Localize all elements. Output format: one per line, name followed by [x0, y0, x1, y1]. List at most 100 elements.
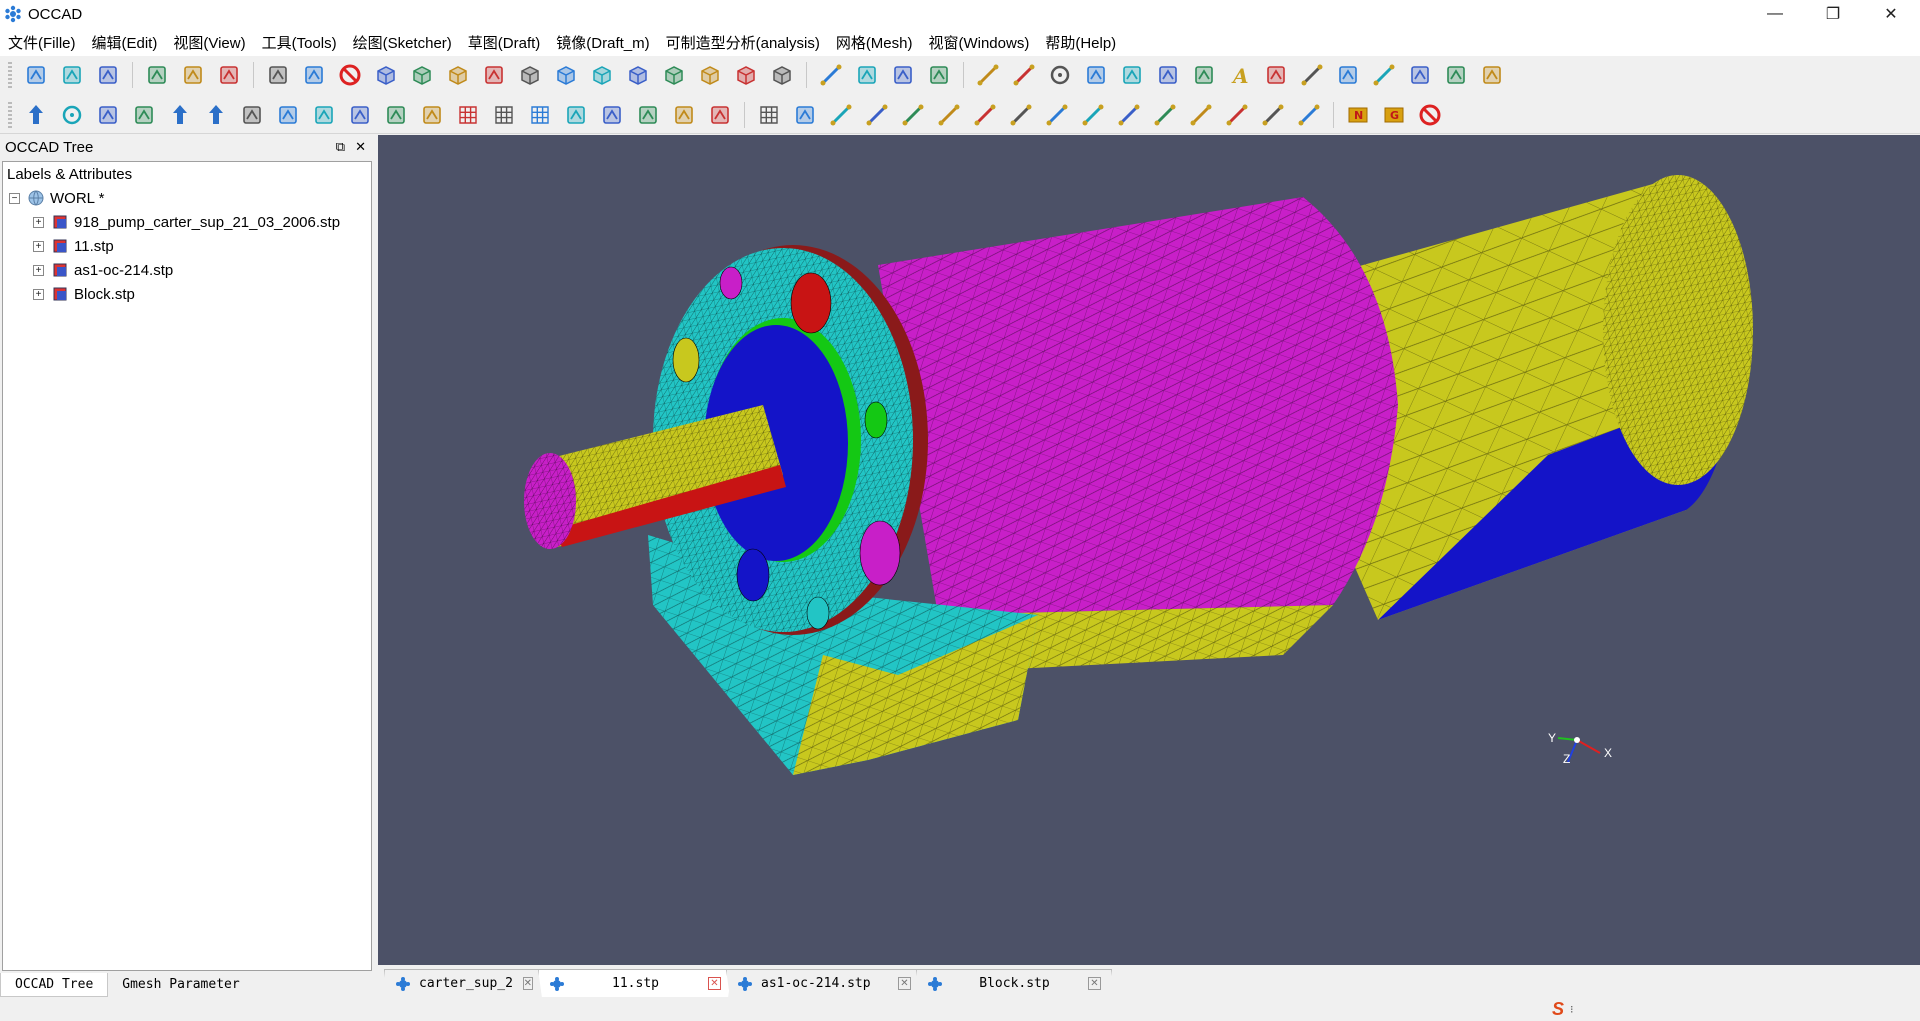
snap-special-icon[interactable] — [1078, 100, 1108, 130]
3d-viewport[interactable]: X Z Y — [378, 135, 1920, 965]
menu-draft[interactable]: 草图(Draft) — [468, 32, 541, 53]
isometric-view-icon[interactable] — [443, 60, 473, 90]
array-icon[interactable] — [453, 100, 483, 130]
face-icon[interactable] — [1405, 60, 1435, 90]
menu-windows[interactable]: 视窗(Windows) — [928, 32, 1029, 53]
collapse-icon[interactable]: − — [9, 192, 20, 204]
join-icon[interactable] — [345, 100, 375, 130]
menu-analysis[interactable]: 可制造型分析(analysis) — [666, 32, 820, 53]
snap-dimensions-icon[interactable] — [1258, 100, 1288, 130]
circle-icon[interactable] — [1045, 60, 1075, 90]
close-tab-icon[interactable]: ✕ — [708, 977, 721, 990]
polyline-icon[interactable] — [1009, 60, 1039, 90]
move-icon[interactable] — [21, 100, 51, 130]
shaded-cube-icon[interactable] — [371, 60, 401, 90]
close-tab-icon[interactable]: ✕ — [522, 977, 533, 990]
close-tab-icon[interactable]: ✕ — [898, 977, 911, 990]
menu-sketcher[interactable]: 绘图(Sketcher) — [353, 32, 452, 53]
axo-view-icon[interactable] — [767, 60, 797, 90]
downgrade-icon[interactable] — [597, 100, 627, 130]
close-tab-icon[interactable]: ✕ — [1088, 977, 1101, 990]
menu-edit[interactable]: 编辑(Edit) — [92, 32, 158, 53]
snap-parallel-icon[interactable] — [898, 100, 928, 130]
toolbar-grip[interactable] — [8, 62, 12, 88]
menu-file[interactable]: 文件(Fille) — [8, 32, 76, 53]
arc-icon[interactable] — [1081, 60, 1111, 90]
label-icon[interactable] — [1477, 60, 1507, 90]
expand-icon[interactable]: + — [33, 264, 44, 276]
snap-toggle-icon[interactable] — [1294, 100, 1324, 130]
mirror-icon[interactable] — [129, 100, 159, 130]
bspline-icon[interactable] — [1297, 60, 1327, 90]
no-display-icon[interactable] — [335, 60, 365, 90]
grid-array-icon[interactable] — [489, 100, 519, 130]
ellipse-icon[interactable] — [1117, 60, 1147, 90]
spline-icon[interactable] — [1369, 60, 1399, 90]
bottom-view-icon[interactable] — [659, 60, 689, 90]
top-view-icon[interactable] — [623, 60, 653, 90]
ime-indicator[interactable]: S ⁝ — [1552, 997, 1606, 1021]
ime-settings-icon[interactable]: ⁝ — [1570, 1003, 1574, 1016]
back-view-icon[interactable] — [587, 60, 617, 90]
doc-tab[interactable]: as1-oc-214.stp ✕ — [726, 969, 922, 997]
menu-help[interactable]: 帮助(Help) — [1045, 32, 1116, 53]
rotate-icon[interactable] — [57, 100, 87, 130]
trim-icon[interactable] — [309, 100, 339, 130]
color-palette-icon[interactable] — [888, 60, 918, 90]
tree-item[interactable]: + Block.stp — [3, 282, 371, 306]
doc-tab[interactable]: 11.stp ✕ — [538, 969, 732, 997]
menu-tools[interactable]: 工具(Tools) — [262, 32, 337, 53]
mesh-g-icon[interactable]: G — [1379, 100, 1409, 130]
tree-item[interactable]: + as1-oc-214.stp — [3, 258, 371, 282]
expand-icon[interactable]: + — [33, 288, 44, 300]
toolbar-grip[interactable] — [8, 101, 12, 128]
clone-icon[interactable] — [669, 100, 699, 130]
tree-item[interactable]: + 918_pump_carter_sup_21_03_2006.stp — [3, 210, 371, 234]
tree-item[interactable]: + 11.stp — [3, 234, 371, 258]
tab-occad-tree[interactable]: OCCAD Tree — [0, 973, 109, 997]
wire-icon[interactable] — [1441, 60, 1471, 90]
path-array-icon[interactable] — [525, 100, 555, 130]
rectangle-icon[interactable] — [1189, 60, 1219, 90]
close-panel-icon[interactable]: ✕ — [355, 139, 366, 155]
points-icon[interactable] — [479, 60, 509, 90]
polygon-icon[interactable] — [1153, 60, 1183, 90]
menu-draft-m[interactable]: 镜像(Draft_m) — [556, 32, 649, 53]
snap-ortho-icon[interactable] — [1150, 100, 1180, 130]
snap-extension-icon[interactable] — [970, 100, 1000, 130]
screenshot-icon[interactable] — [924, 60, 954, 90]
snap-midpoint-icon[interactable] — [862, 100, 892, 130]
expand-icon[interactable]: + — [33, 240, 44, 252]
tree-view[interactable]: Labels & Attributes − WORL * + 918_pump_… — [2, 161, 372, 971]
close-button[interactable]: ✕ — [1862, 0, 1920, 28]
zoom-fit-icon[interactable] — [263, 60, 293, 90]
doc-tab[interactable]: Block.stp ✕ — [916, 969, 1112, 997]
upgrade-icon[interactable] — [561, 100, 591, 130]
maximize-button[interactable]: ❐ — [1804, 0, 1862, 28]
draft-to-sketch-icon[interactable] — [705, 100, 735, 130]
copy-icon[interactable] — [178, 60, 208, 90]
menu-view[interactable]: 视图(View) — [173, 32, 245, 53]
select-pointer-icon[interactable] — [852, 60, 882, 90]
front-view-icon[interactable] — [551, 60, 581, 90]
float-panel-icon[interactable]: ⧉ — [336, 139, 345, 155]
snap-endpoint-icon[interactable] — [826, 100, 856, 130]
mesh-n-icon[interactable]: N — [1343, 100, 1373, 130]
snap-grid-icon[interactable] — [934, 100, 964, 130]
expand-icon[interactable]: + — [33, 216, 44, 228]
doc-tab[interactable]: carter_sup_21_03 ✕ — [384, 969, 544, 997]
shape-icon[interactable] — [417, 100, 447, 130]
snap-perpendicular-icon[interactable] — [1042, 100, 1072, 130]
offset-icon[interactable] — [93, 100, 123, 130]
extrude-icon[interactable] — [273, 100, 303, 130]
snap-center-icon[interactable] — [1114, 100, 1144, 130]
menu-mesh[interactable]: 网格(Mesh) — [836, 32, 913, 53]
paste-icon[interactable] — [214, 60, 244, 90]
right-view-icon[interactable] — [731, 60, 761, 90]
up-arrow-icon[interactable] — [165, 100, 195, 130]
new-file-icon[interactable] — [21, 60, 51, 90]
cut-icon[interactable] — [142, 60, 172, 90]
stop-icon[interactable] — [1415, 100, 1445, 130]
split-icon[interactable] — [381, 100, 411, 130]
point-icon[interactable] — [1333, 60, 1363, 90]
